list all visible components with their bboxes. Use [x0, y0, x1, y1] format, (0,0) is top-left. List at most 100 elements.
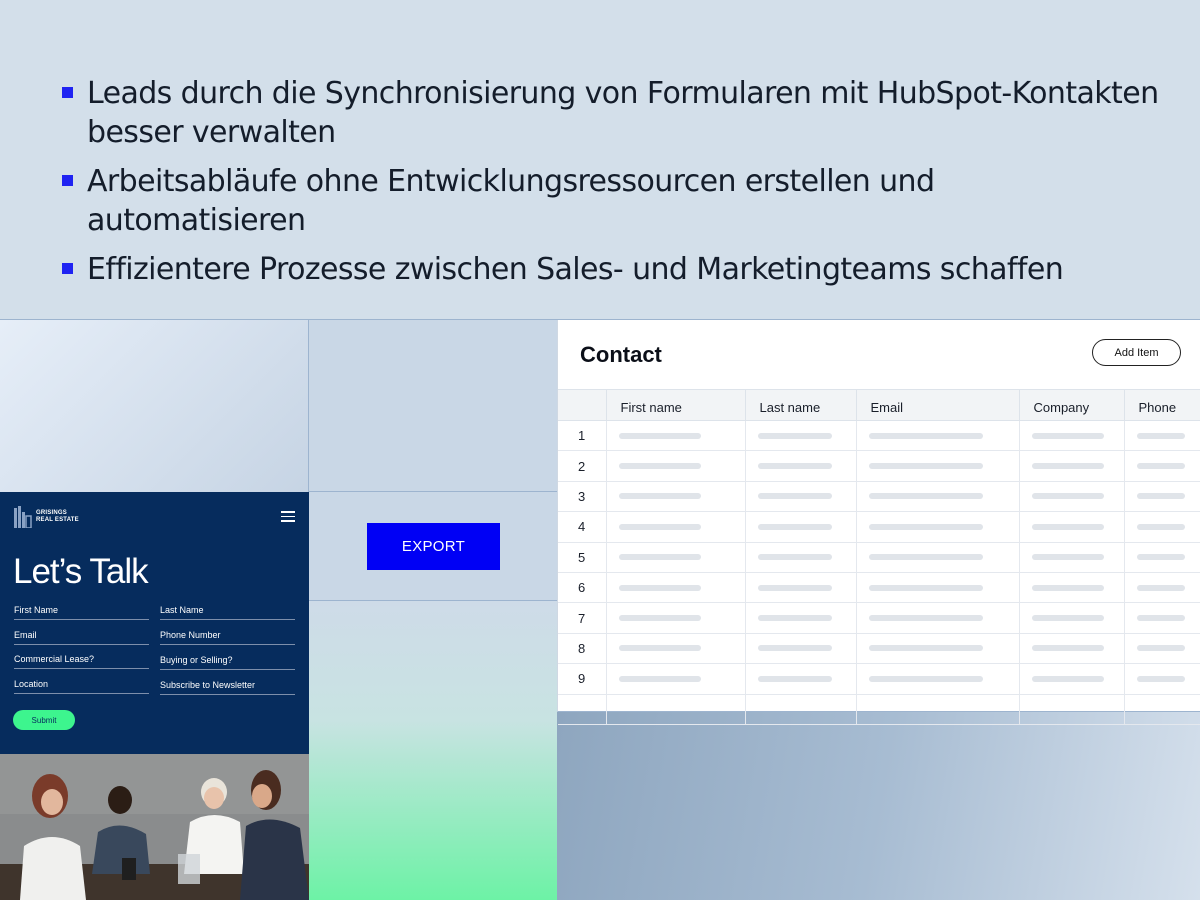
table-cell[interactable] — [1019, 542, 1125, 573]
table-cell[interactable] — [606, 633, 746, 665]
bullet-square-icon — [62, 87, 73, 98]
table-row[interactable]: 3 — [558, 481, 1200, 513]
export-button[interactable]: EXPORT — [367, 523, 500, 570]
table-cell[interactable] — [745, 633, 857, 665]
contact-form: GRISINGS REAL ESTATE Let’s Talk First Na… — [0, 492, 309, 754]
row-number: 4 — [558, 511, 607, 543]
phone-number-field[interactable]: Phone Number — [160, 630, 295, 645]
table-cell[interactable] — [745, 694, 857, 725]
table-cell[interactable] — [856, 511, 1020, 543]
table-cell[interactable] — [1124, 542, 1200, 573]
table-cell[interactable] — [745, 450, 857, 482]
decor-gradient-panel — [309, 601, 557, 900]
table-cell[interactable] — [1019, 511, 1125, 543]
table-row[interactable]: 2 — [558, 450, 1200, 482]
table-cell[interactable] — [745, 420, 857, 452]
table-cell[interactable] — [1124, 450, 1200, 482]
placeholder-bar — [618, 675, 701, 682]
table-cell[interactable] — [1124, 663, 1200, 695]
table-cell[interactable] — [1019, 572, 1125, 604]
table-cell[interactable] — [606, 542, 746, 573]
placeholder-bar — [757, 645, 832, 652]
table-cell[interactable] — [1124, 572, 1200, 604]
placeholder-bar — [618, 493, 701, 500]
table-cell[interactable] — [856, 694, 1020, 725]
divider — [309, 491, 557, 492]
table-cell[interactable] — [745, 542, 857, 573]
table-cell[interactable] — [1019, 663, 1125, 695]
first-name-field[interactable]: First Name — [14, 605, 149, 620]
menu-icon[interactable] — [281, 511, 295, 522]
table-cell[interactable] — [856, 542, 1020, 573]
submit-button[interactable]: Submit — [13, 710, 75, 730]
table-cell[interactable] — [606, 420, 746, 452]
column-header[interactable]: First name — [606, 389, 746, 421]
table-row[interactable]: 4 — [558, 511, 1200, 543]
table-cell[interactable] — [745, 602, 857, 634]
placeholder-bar — [1031, 463, 1104, 470]
placeholder-bar — [1136, 615, 1185, 622]
table-cell[interactable] — [1124, 481, 1200, 513]
table-cell[interactable] — [1019, 602, 1125, 634]
table-cell[interactable] — [606, 602, 746, 634]
table-row[interactable]: 8 — [558, 633, 1200, 665]
placeholder-bar — [868, 615, 983, 622]
placeholder-bar — [1136, 432, 1185, 439]
table-cell[interactable] — [1124, 420, 1200, 452]
buying-selling-field[interactable]: Buying or Selling? — [160, 655, 295, 670]
table-cell[interactable] — [856, 663, 1020, 695]
add-item-button[interactable]: Add Item — [1092, 339, 1181, 366]
row-number: 5 — [558, 542, 607, 573]
table-cell[interactable] — [745, 572, 857, 604]
table-cell[interactable] — [1019, 450, 1125, 482]
table-row[interactable]: 6 — [558, 572, 1200, 604]
column-header[interactable]: Last name — [745, 389, 857, 421]
table-cell[interactable] — [856, 450, 1020, 482]
column-header[interactable]: Company — [1019, 389, 1125, 421]
table-row[interactable]: 7 — [558, 602, 1200, 634]
contact-title: Contact — [580, 342, 662, 367]
commercial-lease-field[interactable]: Commercial Lease? — [14, 654, 149, 669]
newsletter-field[interactable]: Subscribe to Newsletter — [160, 680, 295, 695]
table-row[interactable]: 1 — [558, 420, 1200, 452]
table-row-empty[interactable] — [558, 694, 1200, 725]
placeholder-bar — [868, 554, 983, 561]
feature-item: Arbeitsabläufe ohne Entwicklungsressourc… — [60, 162, 1160, 240]
table-row[interactable]: 5 — [558, 542, 1200, 573]
table-cell[interactable] — [1019, 481, 1125, 513]
placeholder-bar — [1136, 554, 1185, 561]
table-cell[interactable] — [745, 663, 857, 695]
placeholder-bar — [1031, 675, 1104, 682]
table-cell[interactable] — [606, 481, 746, 513]
table-cell[interactable] — [1019, 420, 1125, 452]
placeholder-bar — [868, 432, 983, 439]
table-cell[interactable] — [856, 481, 1020, 513]
table-cell[interactable] — [606, 663, 746, 695]
table-cell[interactable] — [745, 511, 857, 543]
table-cell[interactable] — [856, 420, 1020, 452]
table-cell[interactable] — [856, 633, 1020, 665]
table-cell[interactable] — [1124, 602, 1200, 634]
table-cell[interactable] — [606, 511, 746, 543]
table-cell[interactable] — [1019, 633, 1125, 665]
email-field[interactable]: Email — [14, 630, 149, 645]
table-cell[interactable] — [1124, 694, 1200, 725]
table-cell[interactable] — [1124, 633, 1200, 665]
table-cell[interactable] — [745, 481, 857, 513]
table-cell[interactable] — [606, 572, 746, 604]
table-cell[interactable] — [856, 572, 1020, 604]
table-cell[interactable] — [1019, 694, 1125, 725]
placeholder-bar — [868, 645, 983, 652]
table-row[interactable]: 9 — [558, 663, 1200, 695]
row-number: 1 — [558, 420, 607, 452]
placeholder-bar — [1136, 463, 1185, 470]
location-field[interactable]: Location — [14, 679, 149, 694]
table-cell[interactable] — [558, 694, 607, 725]
column-header[interactable]: Phone — [1124, 389, 1200, 421]
table-cell[interactable] — [1124, 511, 1200, 543]
table-cell[interactable] — [856, 602, 1020, 634]
table-cell[interactable] — [606, 450, 746, 482]
last-name-field[interactable]: Last Name — [160, 605, 295, 620]
column-header[interactable]: Email — [856, 389, 1020, 421]
table-cell[interactable] — [606, 694, 746, 725]
